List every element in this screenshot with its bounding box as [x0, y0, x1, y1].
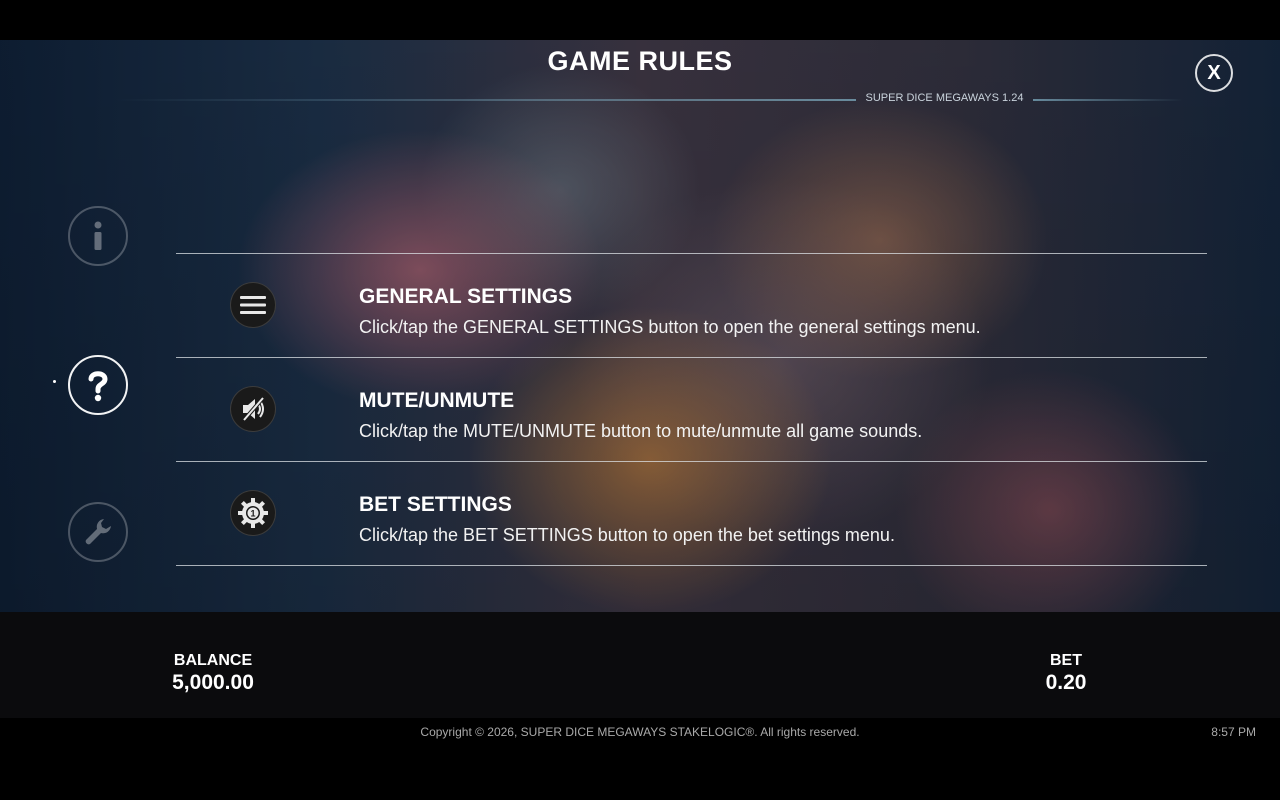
game-version: SUPER DICE MEGAWAYS 1.24: [865, 92, 1024, 104]
rule-description: Click/tap the BET SETTINGS button to ope…: [359, 525, 895, 545]
title-divider-right: [1033, 99, 1183, 101]
title-divider-left: [115, 99, 856, 101]
balance-value: 5,000.00: [172, 671, 254, 694]
rule-title: BET SETTINGS: [359, 493, 512, 516]
nav-info-button[interactable]: [68, 206, 128, 266]
footer: Copyright © 2026, SUPER DICE MEGAWAYS ST…: [0, 718, 1280, 800]
mute-button-preview: [230, 386, 276, 432]
clock: 8:57 PM: [1211, 725, 1256, 739]
bet-value: 0.20: [1045, 671, 1087, 694]
nav-tools-button[interactable]: [68, 502, 128, 562]
bet-display: BET 0.20: [1026, 652, 1106, 695]
wrench-icon: [85, 519, 111, 545]
bottom-panel: BALANCE 5,000.00 BET 0.20: [0, 612, 1280, 718]
speaker-mute-icon: [242, 396, 265, 422]
menu-icon: [240, 296, 266, 314]
active-indicator: [53, 380, 56, 383]
bet-gear-icon: 1: [238, 498, 268, 528]
balance-label: BALANCE: [173, 652, 253, 669]
bet-settings-button-preview: 1: [230, 490, 276, 536]
top-bar: [0, 0, 1280, 40]
rule-title: GENERAL SETTINGS: [359, 285, 573, 308]
rule-row-mute: MUTE/UNMUTE Click/tap the MUTE/UNMUTE bu…: [176, 358, 1207, 461]
rule-row-bet-settings: 1 BET SETTINGS Click/tap the BET SETTING…: [176, 462, 1207, 565]
close-label: X: [1207, 61, 1221, 84]
nav-help-button[interactable]: [68, 355, 128, 415]
close-button[interactable]: X: [1195, 54, 1233, 92]
question-icon: [88, 371, 108, 402]
page-title: GAME RULES: [547, 46, 733, 76]
side-nav: [0, 40, 180, 612]
rules-list: GENERAL SETTINGS Click/tap the GENERAL S…: [176, 253, 1207, 566]
rule-title: MUTE/UNMUTE: [359, 389, 515, 412]
rule-description: Click/tap the GENERAL SETTINGS button to…: [359, 317, 981, 337]
rule-description: Click/tap the MUTE/UNMUTE button to mute…: [359, 421, 923, 441]
copyright-text: Copyright © 2026, SUPER DICE MEGAWAYS ST…: [420, 725, 860, 739]
general-settings-button-preview: [230, 282, 276, 328]
svg-text:1: 1: [250, 509, 255, 519]
info-icon: [94, 221, 102, 250]
rule-row-general-settings: GENERAL SETTINGS Click/tap the GENERAL S…: [176, 254, 1207, 357]
bet-label: BET: [1050, 652, 1082, 669]
rule-divider: [176, 565, 1207, 566]
balance-display: BALANCE 5,000.00: [153, 652, 273, 695]
